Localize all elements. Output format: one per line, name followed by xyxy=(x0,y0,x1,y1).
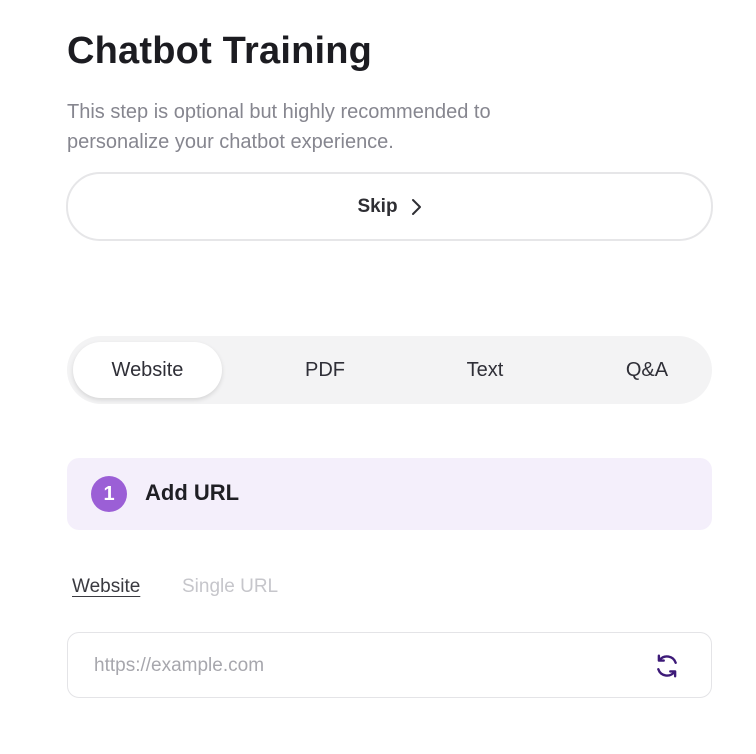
page-subtitle: This step is optional but highly recomme… xyxy=(67,101,491,153)
page-title: Chatbot Training xyxy=(67,30,373,72)
tab-pdf[interactable]: PDF xyxy=(265,342,385,398)
chevron-right-icon xyxy=(410,198,422,216)
refresh-icon[interactable] xyxy=(654,653,680,679)
tab-text[interactable]: Text xyxy=(425,342,545,398)
source-tabs: Website PDF Text Q&A xyxy=(67,336,712,404)
tab-qa[interactable]: Q&A xyxy=(587,342,707,398)
url-field xyxy=(67,632,712,699)
step-title: Add URL xyxy=(145,480,240,505)
skip-button-label: Skip xyxy=(357,195,398,217)
step-header: 1 Add URL xyxy=(67,458,712,530)
url-input[interactable] xyxy=(92,633,636,699)
step-number-badge: 1 xyxy=(91,476,127,512)
subtab-website[interactable]: Website xyxy=(72,576,140,598)
skip-button[interactable]: Skip xyxy=(66,172,713,241)
tab-website[interactable]: Website xyxy=(73,342,222,398)
subtab-single-url[interactable]: Single URL xyxy=(182,576,278,598)
